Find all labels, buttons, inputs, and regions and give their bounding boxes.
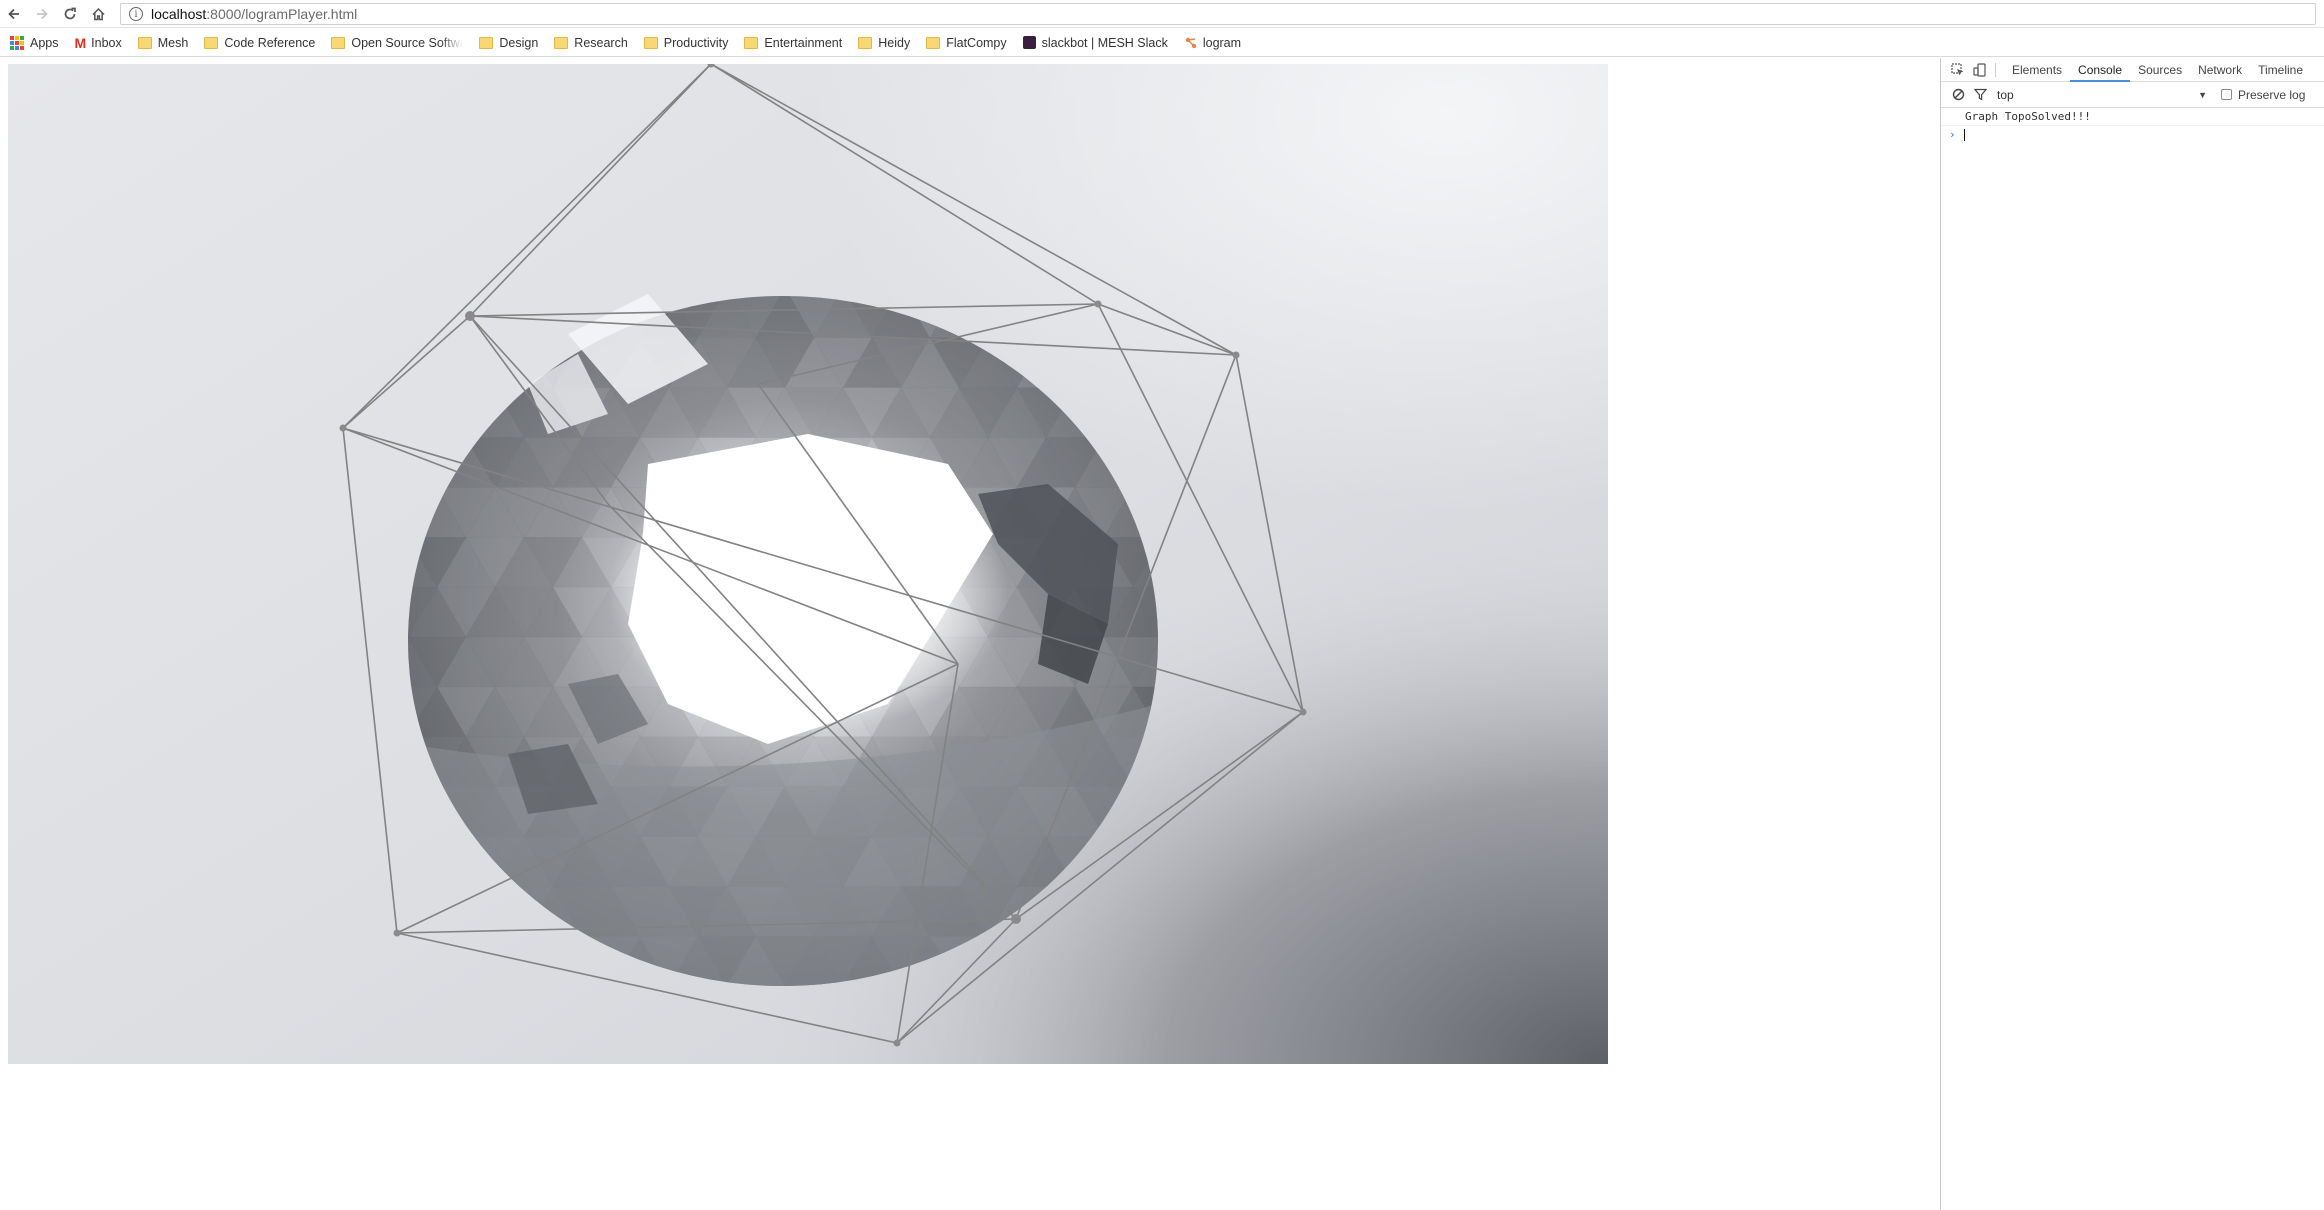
text-caret (1963, 129, 1965, 141)
wireframe-vertex (1094, 300, 1102, 308)
apps-grid-icon (10, 35, 24, 50)
tab-network[interactable]: Network (2190, 58, 2250, 82)
bookmark-label: logram (1202, 35, 1242, 50)
reload-icon (64, 7, 76, 19)
gmail-icon: M (74, 34, 87, 51)
render-canvas[interactable] (8, 64, 1608, 1064)
checkbox-box[interactable] (2221, 89, 2232, 100)
folder-icon (554, 36, 569, 49)
reload-button[interactable] (56, 0, 84, 28)
tab-timeline[interactable]: Timeline (2250, 58, 2311, 82)
url-path: :8000/logramPlayer.html (206, 6, 358, 22)
bookmark-label: Design (499, 35, 539, 50)
address-bar[interactable]: i localhost:8000/logramPlayer.html (120, 3, 2316, 25)
preserve-log-label: Preserve log (2238, 87, 2306, 102)
device-mode-button[interactable] (1969, 58, 1991, 82)
prompt-chevron-icon: › (1949, 128, 1956, 141)
console-message: Graph TopoSolved!!! (1941, 108, 2324, 126)
home-icon (91, 7, 105, 20)
bookmark-heidy[interactable]: Heidy (858, 36, 910, 50)
bookmark-entertainment[interactable]: Entertainment (744, 36, 842, 50)
wireframe-vertex (1011, 914, 1021, 924)
wireframe-vertex (1232, 351, 1240, 359)
bookmark-label: FlatCompy (946, 35, 1007, 50)
bookmark-mesh[interactable]: Mesh (137, 35, 189, 50)
bookmark-research[interactable]: Research (554, 36, 628, 50)
filter-button[interactable] (1969, 83, 1991, 107)
wireframe-vertex (893, 1039, 901, 1047)
wireframe-vertex (465, 311, 475, 321)
tab-elements[interactable]: Elements (2004, 58, 2070, 82)
context-value: top (1997, 87, 2014, 102)
tab-sources[interactable]: Sources (2130, 58, 2190, 82)
console-prompt[interactable]: › (1941, 126, 2324, 144)
dropdown-arrow-icon: ▼ (2198, 89, 2207, 100)
filter-funnel-icon (1973, 88, 1987, 101)
inspect-cursor-icon (1951, 62, 1964, 75)
bookmark-logram[interactable]: logram (1184, 36, 1241, 50)
console-output: Graph TopoSolved!!! › (1941, 108, 2324, 144)
folder-icon (137, 36, 152, 49)
toolbar-divider (1995, 62, 1996, 77)
url-host: localhost (151, 6, 207, 22)
context-selector[interactable]: top ▼ (1997, 88, 2207, 102)
bookmark-label: Inbox (91, 35, 122, 50)
bookmark-design[interactable]: Design (479, 36, 538, 50)
forward-arrow-icon (37, 8, 48, 19)
inspect-element-button[interactable] (1947, 58, 1969, 82)
clear-console-icon (1952, 88, 1964, 101)
bookmark-label: Research (574, 35, 628, 50)
devtools-tabbar: Elements Console Sources Network Timelin… (1941, 58, 2324, 82)
page-viewport (0, 58, 1940, 1210)
bookmark-label: Apps (30, 35, 59, 50)
logram-icon (1185, 37, 1197, 48)
back-button[interactable] (0, 0, 28, 28)
bookmarks-bar: Apps M Inbox Mesh Code Reference Open So… (0, 29, 2324, 57)
bookmark-slackbot[interactable]: slackbot | MESH Slack (1022, 35, 1168, 50)
home-button[interactable] (84, 0, 112, 28)
bookmark-label: Code Reference (224, 35, 316, 50)
bookmark-label: Productivity (663, 35, 729, 50)
bookmark-inbox[interactable]: M Inbox (75, 35, 122, 51)
back-arrow-icon (8, 8, 19, 19)
folder-icon (744, 36, 759, 49)
bookmark-flatcompy[interactable]: FlatCompy (926, 35, 1007, 50)
bookmark-label: Mesh (157, 35, 189, 50)
browser-toolbar: i localhost:8000/logramPlayer.html (0, 0, 2324, 28)
wireframe-vertex (1299, 708, 1307, 716)
wireframe-vertex (393, 929, 401, 937)
bookmark-apps[interactable]: Apps (10, 35, 59, 50)
clear-console-button[interactable] (1947, 83, 1969, 107)
tab-console[interactable]: Console (2070, 58, 2131, 82)
bookmark-label: Open Source Softwar (351, 35, 464, 50)
bookmark-open-source[interactable]: Open Source Softwar (331, 36, 463, 50)
bookmark-label: Entertainment (764, 35, 843, 50)
devtools-panel: Elements Console Sources Network Timelin… (1940, 58, 2324, 1210)
wireframe-vertex (339, 424, 347, 432)
preserve-log-checkbox[interactable]: Preserve log (2221, 88, 2305, 102)
folder-icon (331, 36, 346, 49)
scene-svg (8, 64, 1608, 1064)
bookmark-label: slackbot | MESH Slack (1041, 35, 1168, 50)
slack-icon (1022, 36, 1036, 49)
device-mobile-icon (1973, 62, 1986, 77)
console-toolbar: top ▼ Preserve log (1941, 82, 2324, 108)
bookmark-productivity[interactable]: Productivity (643, 35, 729, 50)
bookmark-label: Heidy (878, 35, 911, 50)
bookmark-code-reference[interactable]: Code Reference (204, 36, 315, 50)
folder-icon (858, 36, 873, 49)
folder-icon (479, 36, 494, 49)
folder-icon (643, 36, 658, 49)
info-icon[interactable]: i (129, 7, 143, 21)
forward-button[interactable] (28, 0, 56, 28)
folder-icon (204, 36, 219, 49)
folder-icon (926, 36, 941, 49)
